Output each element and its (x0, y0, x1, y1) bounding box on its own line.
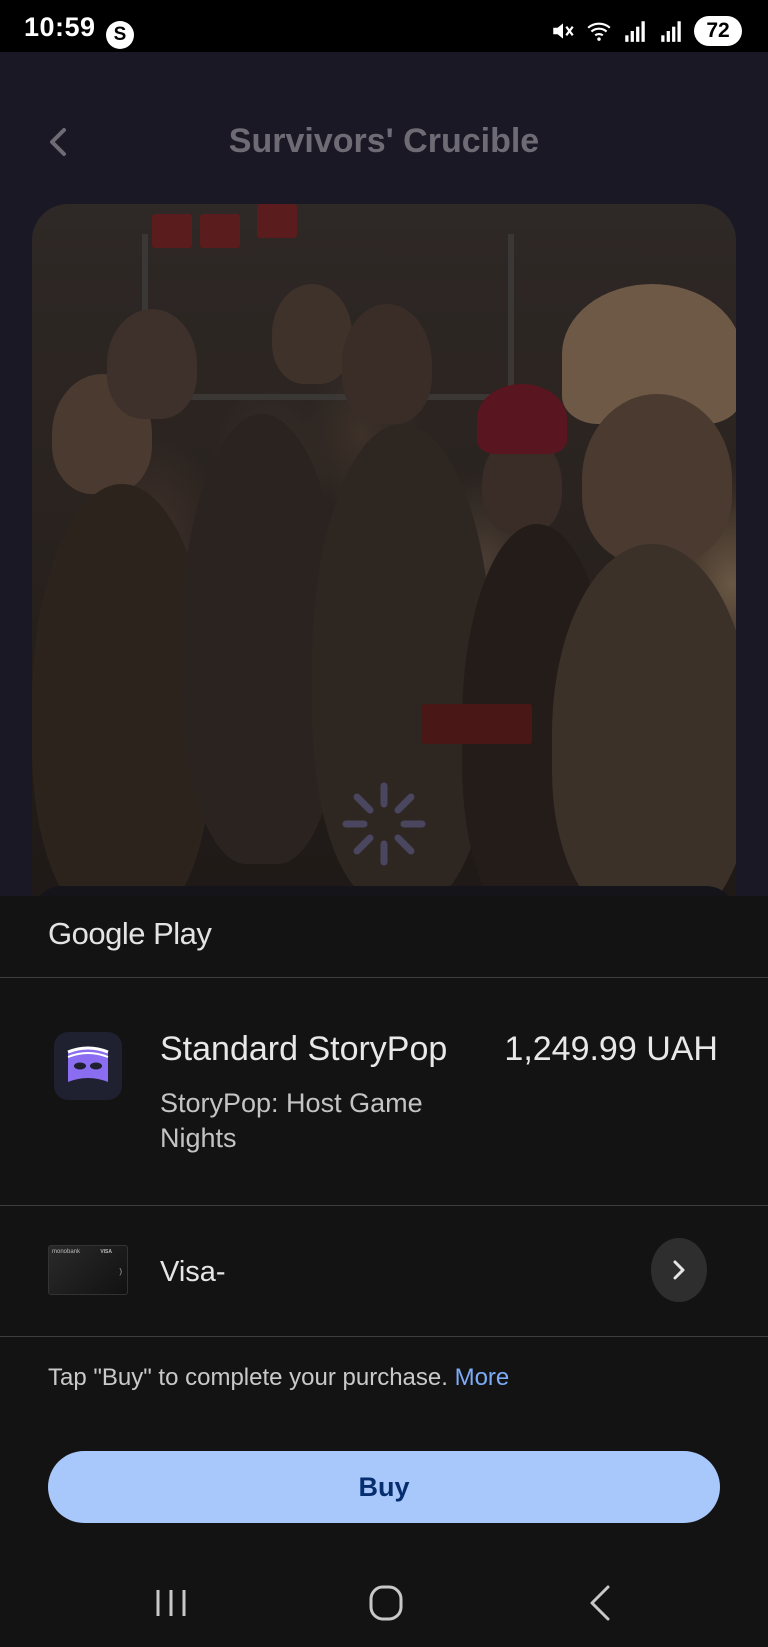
box-decoration (200, 214, 240, 248)
payment-method-label[interactable]: Visa- (160, 1256, 226, 1289)
game-box-decoration (422, 704, 532, 744)
status-icons: 72 (550, 16, 742, 46)
product-title: Standard StoryPop (160, 1030, 448, 1068)
wifi-icon (587, 22, 611, 41)
notification-app-icon: S (106, 21, 134, 49)
product-app-name: StoryPop: Host Game Nights (160, 1088, 423, 1153)
divider (0, 1336, 768, 1337)
card-thumbnail: monobank VISA ) (48, 1245, 128, 1295)
more-link[interactable]: More (455, 1364, 510, 1391)
signal-icon (625, 21, 645, 42)
home-icon[interactable] (356, 1578, 416, 1628)
purchase-info-text: Tap "Buy" to complete your purchase. (48, 1364, 448, 1391)
box-decoration (257, 204, 297, 238)
app-background: Survivors' Crucible (0, 52, 768, 896)
back-icon[interactable] (572, 1578, 632, 1628)
purchase-sheet: Google Play Standard StoryPop 1,249.99 U… (0, 896, 768, 1647)
clock: 10:59 (24, 12, 96, 42)
google-play-logo: Google Play (48, 916, 212, 951)
box-decoration (152, 214, 192, 248)
person-figure (107, 309, 197, 419)
app-title: Survivors' Crucible (228, 122, 540, 160)
mute-icon (553, 23, 574, 39)
status-bar: 10:59 S 72 (0, 0, 768, 52)
loading-spinner-icon (342, 782, 426, 866)
person-figure (582, 394, 732, 564)
chevron-right-icon (673, 1260, 685, 1280)
storypop-app-icon (54, 1032, 122, 1100)
hero-bottom-edge (32, 886, 736, 896)
purchase-info: Tap "Buy" to complete your purchase. Mor… (48, 1364, 509, 1392)
signal-icon (661, 21, 681, 42)
divider (0, 977, 768, 978)
person-figure (272, 284, 352, 384)
hat-decoration (477, 384, 567, 454)
divider (0, 1205, 768, 1206)
recent-apps-icon[interactable] (141, 1578, 201, 1628)
payment-method-expand-button[interactable] (651, 1238, 707, 1302)
battery-indicator: 72 (694, 16, 742, 46)
product-price: 1,249.99 UAH (504, 1030, 718, 1068)
person-figure (342, 304, 432, 424)
contactless-icon: ) (119, 1267, 122, 1276)
system-nav-bar (0, 1560, 768, 1647)
buy-button[interactable]: Buy (48, 1451, 720, 1523)
book-mask-icon (67, 1046, 109, 1082)
